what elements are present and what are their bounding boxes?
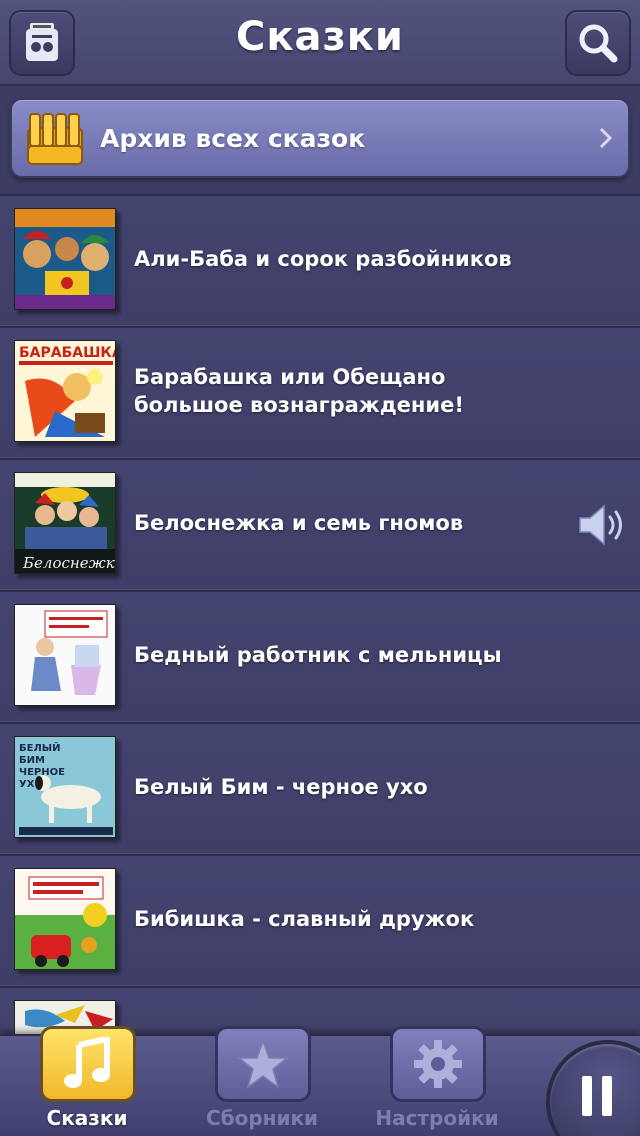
svg-text:БИМ: БИМ [19,755,45,766]
cover-image [14,208,116,310]
svg-text:БАРАБАШКА: БАРАБАШКА [19,345,116,361]
tab-bar: Сказки Сборники Настройки [0,1026,640,1136]
cover-image [14,604,116,706]
list-item[interactable]: Бибишка - славный дружок [0,854,640,986]
cover-image: Белоснежка [14,472,116,574]
speaker-icon[interactable] [576,504,626,546]
list-item-title: Барабашка или Обещано большое вознагражд… [134,365,464,417]
tales-list: Али-Баба и сорок разбойников БАРАБАШКА Б… [0,194,640,1118]
tab-collections-icon-box [215,1026,311,1102]
tab-collections-label: Сборники [205,1106,319,1130]
tab-settings[interactable]: Настройки [372,1026,502,1136]
archive-label: Архив всех сказок [100,124,366,153]
list-item[interactable]: Али-Баба и сорок разбойников [0,194,640,326]
star-icon [237,1039,289,1089]
cover-image: БЕЛЫЙ БИМ ЧЕРНОЕ УХО [14,736,116,838]
tab-settings-label: Настройки [375,1106,499,1130]
gear-icon [414,1040,462,1088]
tab-tales-label: Сказки [46,1106,128,1130]
music-note-icon [64,1037,110,1088]
page-title: Сказки [236,14,404,60]
list-item-title: Али-Баба и сорок разбойников [134,247,512,271]
list-item[interactable]: БАРАБАШКА Барабашка или Обещано большое … [0,326,640,458]
search-icon [579,24,618,63]
tab-settings-icon-box [390,1026,486,1102]
pause-button[interactable] [546,1040,640,1136]
tab-tales[interactable]: Сказки [22,1026,152,1136]
archive-icon [27,113,83,165]
tab-tales-icon-box [40,1026,136,1102]
svg-text:Белоснежка: Белоснежка [22,554,116,572]
list-item[interactable]: Бедный работник с мельницы [0,590,640,722]
list-item[interactable]: Белоснежка Белоснежка и семь гномов [0,458,640,590]
cover-image: БАРАБАШКА [14,340,116,442]
cover-image [14,868,116,970]
list-item-title: Бибишка - славный дружок [134,907,475,931]
chevron-right-icon [599,127,613,149]
archive-all-tales[interactable]: Архив всех сказок [10,98,630,178]
list-item-title: Белый Бим - черное ухо [134,775,428,799]
list-item-title: Белоснежка и семь гномов [134,511,464,535]
search-button[interactable] [565,10,631,76]
list-item[interactable]: БЕЛЫЙ БИМ ЧЕРНОЕ УХО Белый Бим - черное … [0,722,640,854]
list-item-title: Бедный работник с мельницы [134,643,502,667]
tab-collections[interactable]: Сборники [197,1026,327,1136]
header: Сказки [0,0,640,86]
svg-text:БЕЛЫЙ: БЕЛЫЙ [19,741,61,754]
